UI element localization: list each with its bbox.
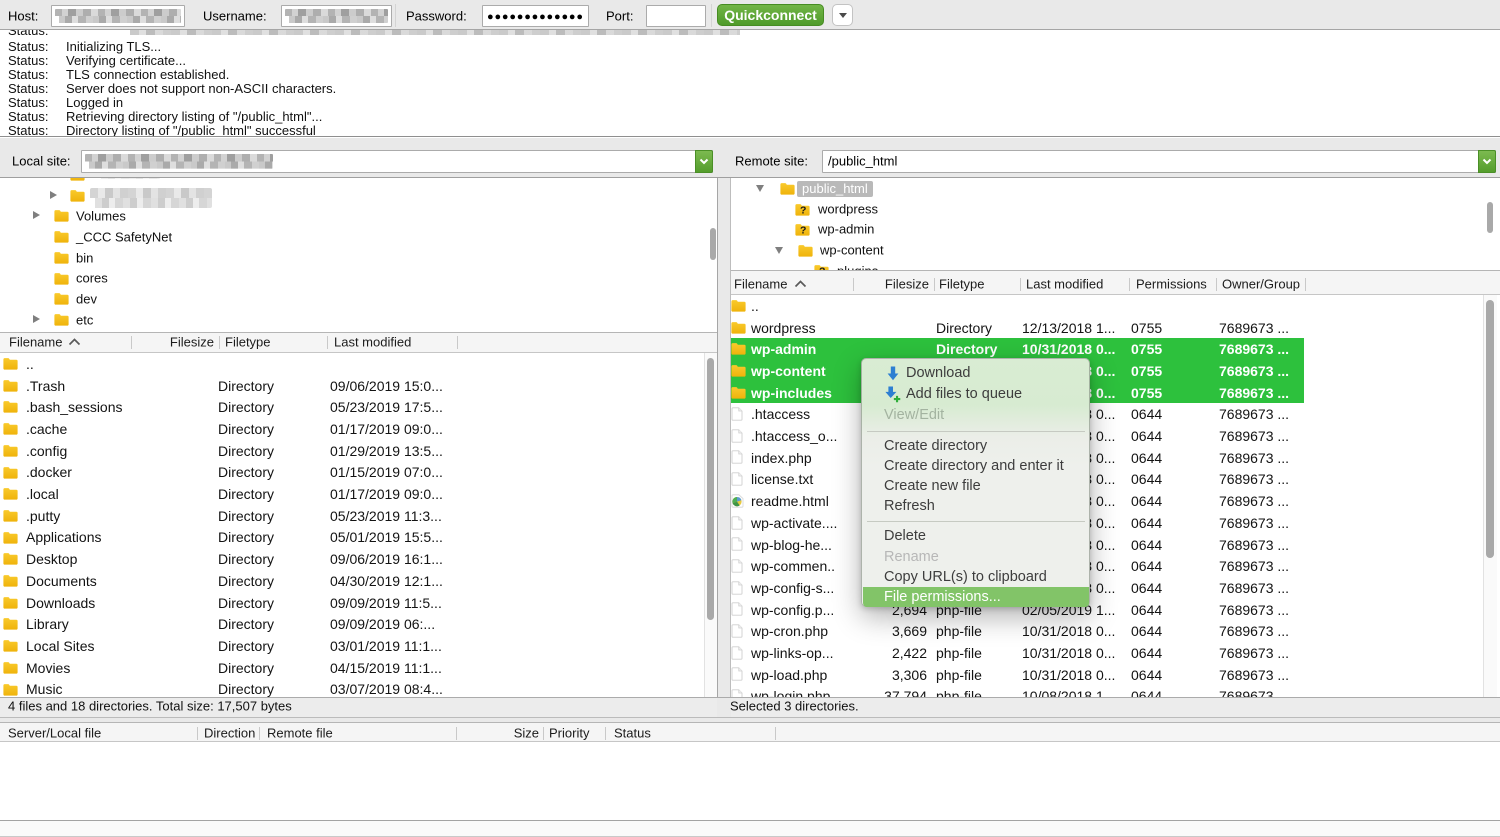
- svg-text:?: ?: [800, 225, 806, 236]
- svg-text:?: ?: [800, 204, 806, 215]
